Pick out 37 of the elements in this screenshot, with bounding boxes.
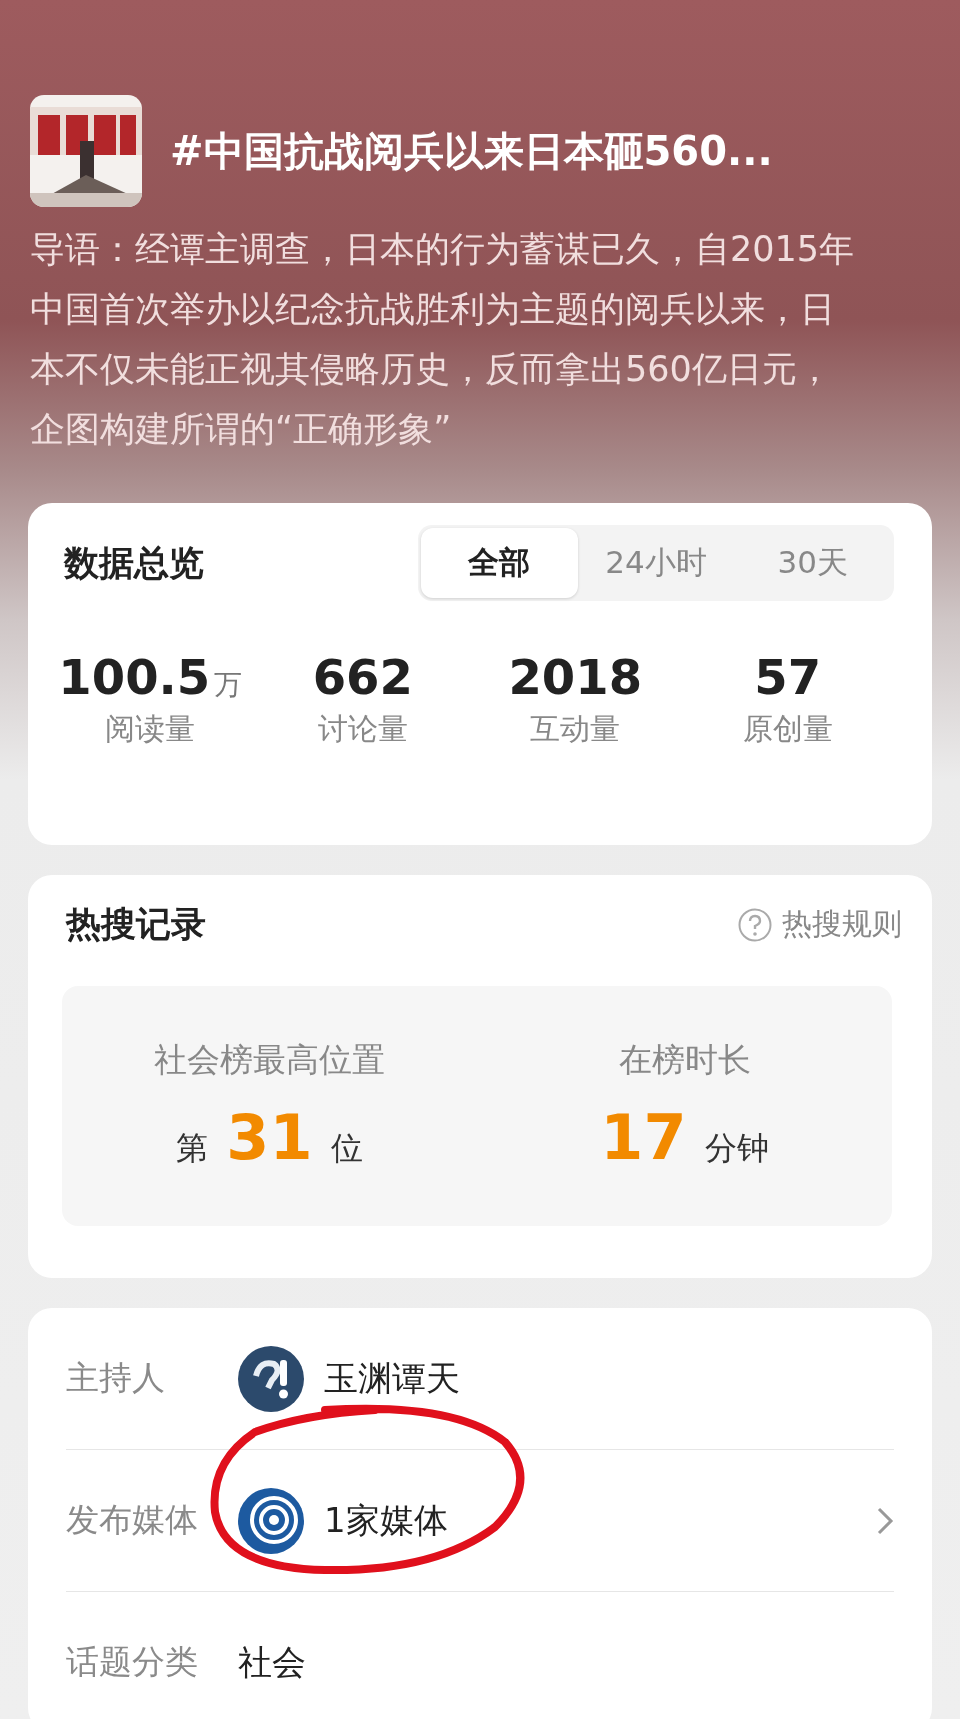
record-label: 社会榜最高位置 (154, 1039, 385, 1081)
rules-link[interactable]: 热搜规则 (738, 904, 902, 945)
chevron-icon[interactable] (876, 1505, 894, 1536)
record-unit: 分钟 (704, 1128, 769, 1169)
card-title: 数据总览 (64, 541, 204, 585)
info-value: 玉渊谭天 (324, 1356, 460, 1400)
intro-text: 中国首次举办以纪念抗战胜利为主题的阅兵以来，日 (30, 288, 836, 331)
info-value: 社会 (238, 1640, 306, 1684)
stat-value: 662 (312, 649, 413, 705)
intro-text: 本不仅未能正视其侵略历史，反而拿出560亿日元， (30, 348, 833, 391)
record-value: 31 (226, 1101, 313, 1174)
stat-label: 阅读量 (105, 710, 196, 748)
info-label: 主持人 (66, 1357, 166, 1399)
range-tab[interactable]: 24小时 (577, 528, 735, 598)
intro-text: 导语：经谭主调查，日本的行为蓄谋已久，自2015年 (30, 228, 856, 271)
avatar-icon (238, 1345, 304, 1412)
record-label: 在榜时长 (618, 1039, 751, 1081)
record-value: 17 (600, 1101, 687, 1174)
stat-label: 原创量 (742, 710, 833, 748)
info-value[interactable]: 1家媒体 (324, 1497, 448, 1544)
stat-value: 57 (754, 649, 822, 705)
topic-title: #中国抗战阅兵以来日本砸560... (170, 126, 773, 176)
stat-value: 2018 (508, 649, 643, 705)
info-label: 话题分类 (66, 1641, 199, 1683)
stat-unit: 万 (214, 667, 243, 703)
range-tab[interactable]: 30天 (734, 528, 891, 598)
stat-value: 100.5 (58, 649, 211, 705)
help-icon (738, 907, 772, 942)
stat-label: 讨论量 (317, 710, 408, 748)
swirl-icon (238, 1487, 304, 1554)
stat-label: 互动量 (530, 710, 621, 748)
record-unit: 位 (330, 1128, 363, 1169)
record-prefix: 第 (176, 1128, 209, 1169)
intro-text: 企图构建所谓的“正确形象” (30, 408, 453, 451)
card-title: 热搜记录 (66, 903, 206, 946)
range-tab[interactable]: 全部 (421, 528, 578, 598)
info-label: 发布媒体 (66, 1499, 199, 1541)
